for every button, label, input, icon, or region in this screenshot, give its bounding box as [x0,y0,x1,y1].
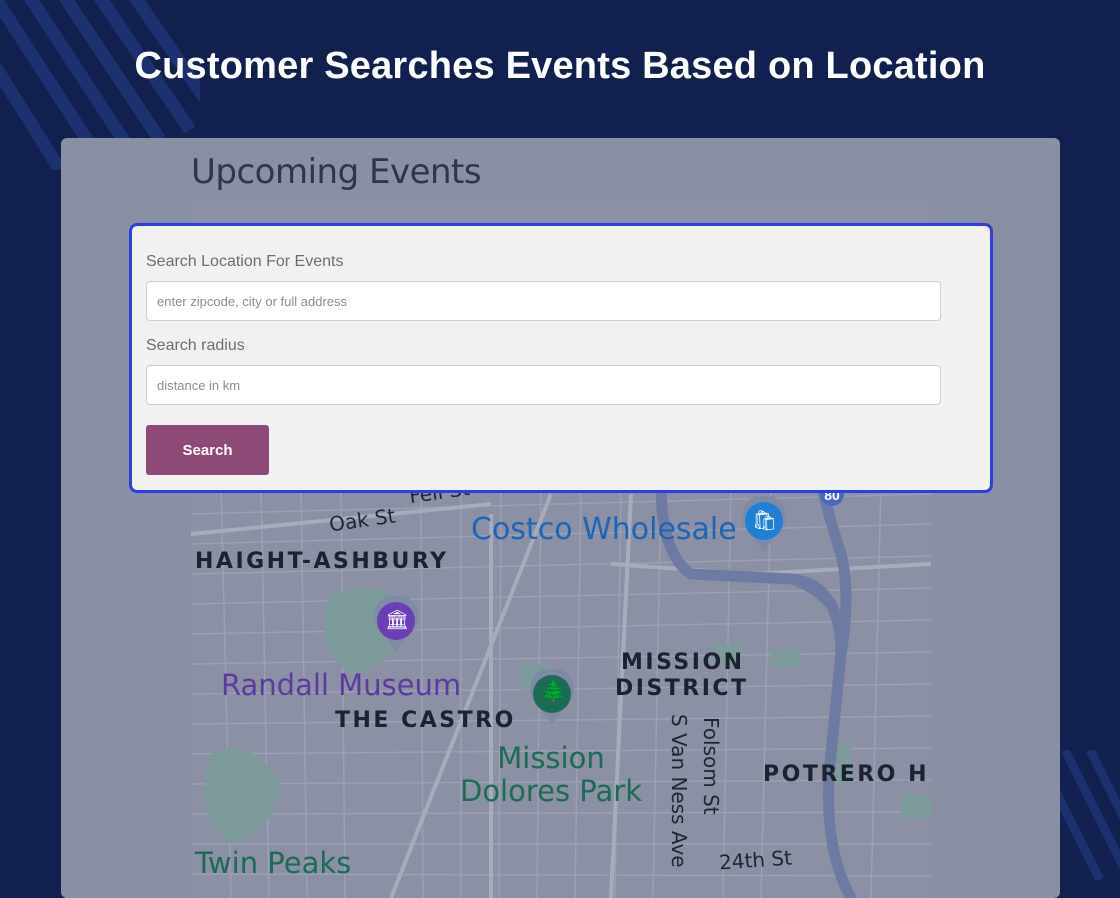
district-label-mission-district: DISTRICT [615,676,749,701]
search-button[interactable]: Search [146,425,269,475]
poi-label-randall-museum: Randall Museum [221,668,462,702]
district-label-the-castro: THE CASTRO [335,708,516,733]
costco-pin[interactable]: 🛍 [739,496,789,554]
location-field-label: Search Location For Events [146,253,344,270]
page-title: Upcoming Events [191,152,482,192]
randall-museum-pin[interactable]: 🏛 [371,596,421,654]
district-label-haight-ashbury: HAIGHT-ASHBURY [195,549,449,574]
search-form-card: Search Location For Events Search radius… [129,223,993,493]
district-label-potrero: POTRERO HI [763,762,931,787]
mission-dolores-park-pin[interactable]: 🌲 [527,669,577,727]
poi-label-mission-dolores-line2: Dolores Park [459,774,642,808]
radius-field-label: Search radius [146,337,245,354]
shopping-bag-icon: 🛍 [752,510,778,532]
street-label-s-van-ness: S Van Ness Ave [667,714,691,868]
slide-headline: Customer Searches Events Based on Locati… [134,45,986,87]
poi-label-twin-peaks: Twin Peaks [195,846,352,880]
poi-label-mission-dolores-park: Mission Dolores Park [459,742,643,808]
poi-label-mission-dolores-line1: Mission [497,741,605,775]
radius-input[interactable] [146,365,941,405]
street-label-24th: 24th St [718,845,793,875]
poi-label-costco: Costco Wholesale [471,512,737,547]
street-label-folsom: Folsom St [699,717,723,815]
tree-icon: 🌲 [541,681,566,703]
museum-icon: 🏛 [385,610,410,631]
district-label-mission: MISSION [621,650,745,675]
location-search-input[interactable] [146,281,941,321]
